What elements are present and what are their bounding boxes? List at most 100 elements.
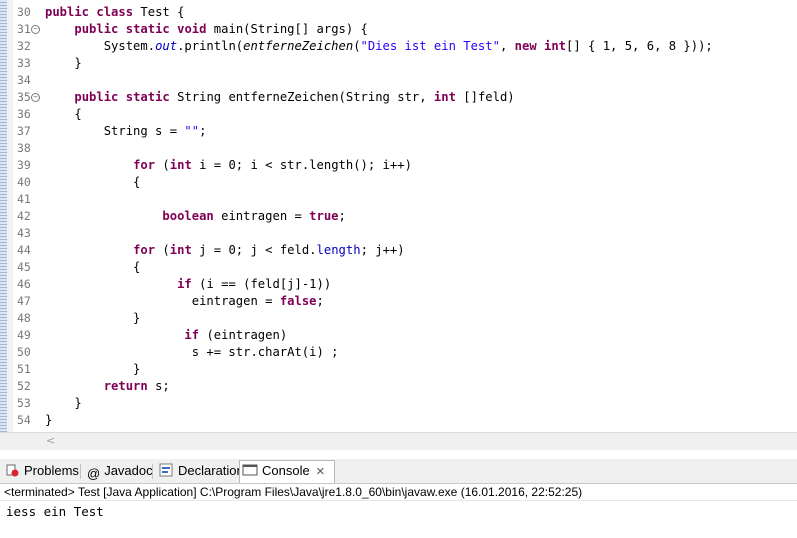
code-line[interactable]: 38 bbox=[0, 140, 797, 157]
code-token: ( bbox=[155, 158, 170, 172]
code-text: public static String entferneZeichen(Str… bbox=[45, 89, 514, 106]
collapse-fold-icon[interactable]: − bbox=[31, 25, 40, 34]
line-number: 46 bbox=[17, 277, 31, 291]
code-text: String s = ""; bbox=[45, 123, 207, 140]
code-token: for bbox=[133, 158, 156, 172]
code-line[interactable]: 33 } bbox=[0, 55, 797, 72]
code-line[interactable]: 39 for (int i = 0; i < str.length(); i++… bbox=[0, 157, 797, 174]
code-token: true bbox=[309, 209, 339, 223]
code-token: main(String[] args) { bbox=[206, 22, 368, 36]
code-line[interactable]: 49 if (eintragen) bbox=[0, 327, 797, 344]
code-line[interactable]: 48 } bbox=[0, 310, 797, 327]
code-token: entferneZeichen bbox=[243, 39, 354, 53]
line-number: 50 bbox=[17, 345, 31, 359]
code-line[interactable]: 51 } bbox=[0, 361, 797, 378]
code-token: static bbox=[125, 90, 170, 104]
code-line[interactable]: 30 public class Test { bbox=[0, 4, 797, 21]
code-token: if bbox=[177, 277, 192, 291]
code-line[interactable]: 46 if (i == (feld[j]-1)) bbox=[0, 276, 797, 293]
line-number: 38 bbox=[17, 141, 31, 155]
code-token: int bbox=[169, 158, 192, 172]
line-number: 48 bbox=[17, 311, 31, 325]
code-line[interactable]: 54} bbox=[0, 412, 797, 429]
code-line[interactable]: 41 bbox=[0, 191, 797, 208]
code-token: if bbox=[184, 328, 200, 342]
code-token: out bbox=[155, 39, 178, 53]
code-token: Test { bbox=[133, 5, 185, 19]
code-token: for bbox=[133, 243, 156, 257]
code-line[interactable]: 45 { bbox=[0, 259, 797, 276]
code-token: ; bbox=[199, 124, 207, 138]
scroll-left-icon[interactable]: < bbox=[46, 434, 55, 447]
code-token: "Dies ist ein Test" bbox=[360, 39, 500, 53]
line-number: 45 bbox=[17, 260, 31, 274]
code-text: public class Test { bbox=[45, 4, 184, 21]
code-line[interactable]: 47 eintragen = false; bbox=[0, 293, 797, 310]
code-token: , bbox=[499, 39, 515, 53]
line-number: 34 bbox=[17, 73, 31, 87]
line-number: 53 bbox=[17, 396, 31, 410]
declaration-icon bbox=[159, 463, 173, 477]
code-line[interactable]: 35− public static String entferneZeichen… bbox=[0, 89, 797, 106]
code-line[interactable]: 42 boolean eintragen = true; bbox=[0, 208, 797, 225]
at-icon: @ bbox=[87, 466, 101, 481]
code-line[interactable]: 37 String s = ""; bbox=[0, 123, 797, 140]
code-text: System.out.println(entferneZeichen("Dies… bbox=[45, 38, 713, 55]
console-status-line: <terminated> Test [Java Application] C:\… bbox=[0, 484, 797, 501]
code-text: } bbox=[45, 412, 52, 429]
code-token: } bbox=[45, 413, 53, 427]
code-text: } bbox=[45, 55, 82, 72]
code-text: if (eintragen) bbox=[45, 327, 287, 344]
tab-separator bbox=[152, 464, 153, 479]
code-token: s; bbox=[147, 379, 170, 393]
close-icon[interactable]: ✕ bbox=[316, 466, 325, 478]
tab-console[interactable]: Console ✕ bbox=[239, 460, 335, 483]
code-token: ; bbox=[316, 294, 324, 308]
code-token: { bbox=[45, 175, 141, 189]
code-token: public bbox=[74, 90, 119, 104]
tab-problems[interactable]: Problems bbox=[2, 461, 79, 481]
code-token: length bbox=[316, 243, 361, 257]
code-token: int bbox=[544, 39, 567, 53]
code-token: boolean bbox=[162, 209, 214, 223]
collapse-fold-icon[interactable]: − bbox=[31, 93, 40, 102]
code-line[interactable]: 34 bbox=[0, 72, 797, 89]
code-text: boolean eintragen = true; bbox=[45, 208, 345, 225]
code-lines[interactable]: 30 public class Test {31− public static v… bbox=[0, 4, 797, 429]
code-line[interactable]: 53 } bbox=[0, 395, 797, 412]
code-line[interactable]: 43 bbox=[0, 225, 797, 242]
code-line[interactable]: 32 System.out.println(entferneZeichen("D… bbox=[0, 38, 797, 55]
line-number: 37 bbox=[17, 124, 31, 138]
tab-javadoc[interactable]: @ Javadoc bbox=[85, 461, 153, 481]
code-token: (eintragen) bbox=[199, 328, 288, 342]
code-token: ( bbox=[353, 39, 361, 53]
code-line[interactable]: 40 { bbox=[0, 174, 797, 191]
tab-declaration[interactable]: Declaration bbox=[156, 461, 244, 481]
code-text: return s; bbox=[45, 378, 170, 395]
code-editor[interactable]: 30 public class Test {31− public static v… bbox=[0, 0, 797, 432]
code-text: } bbox=[45, 310, 140, 327]
code-line[interactable]: 44 for (int j = 0; j < feld.length; j++) bbox=[0, 242, 797, 259]
code-line[interactable]: 31− public static void main(String[] arg… bbox=[0, 21, 797, 38]
code-text: if (i == (feld[j]-1)) bbox=[45, 276, 331, 293]
line-number: 36 bbox=[17, 107, 31, 121]
code-token: static bbox=[125, 22, 170, 36]
code-text: for (int j = 0; j < feld.length; j++) bbox=[45, 242, 405, 259]
problems-icon bbox=[6, 464, 19, 477]
line-number: 30 bbox=[17, 5, 31, 19]
horizontal-scrollbar[interactable]: < bbox=[0, 432, 797, 450]
console-output-area[interactable]: iess ein Test bbox=[0, 502, 797, 538]
code-line[interactable]: 50 s += str.charAt(i) ; bbox=[0, 344, 797, 361]
tab-javadoc-label: Javadoc bbox=[104, 463, 153, 478]
line-number: 42 bbox=[17, 209, 31, 223]
code-token: } bbox=[45, 56, 82, 70]
code-line[interactable]: 52 return s; bbox=[0, 378, 797, 395]
code-token: i = 0; i < str.length(); i++) bbox=[191, 158, 412, 172]
code-line[interactable]: 36 { bbox=[0, 106, 797, 123]
